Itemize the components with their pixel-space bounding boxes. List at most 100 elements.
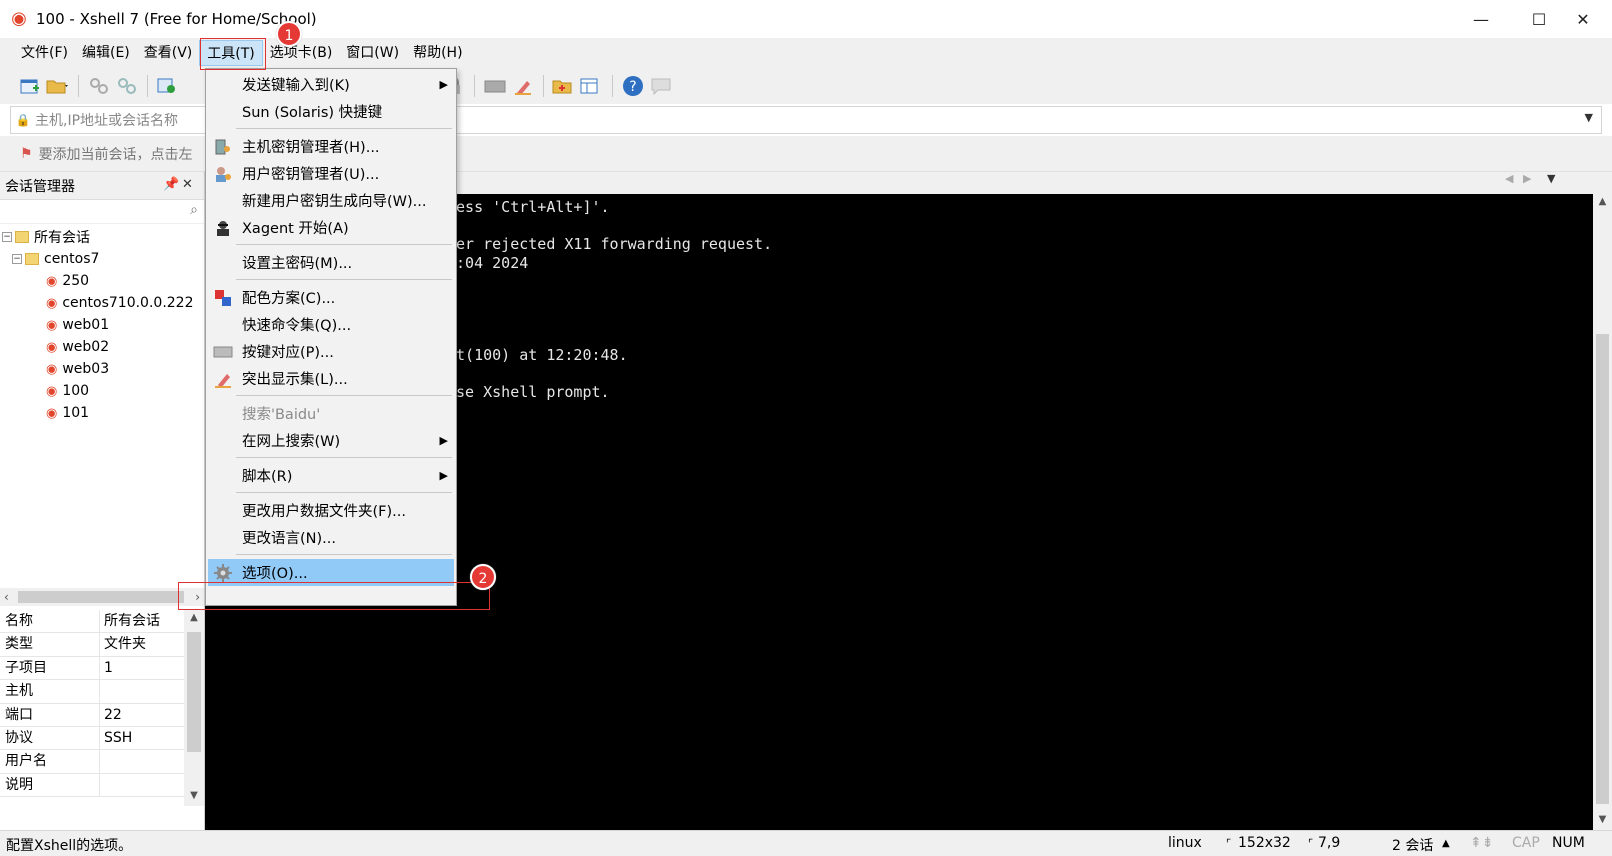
menu-item-highlight-sets[interactable]: 突出显示集(L)... [208,365,454,392]
tree-item-session[interactable]: ◉ 100 [0,380,204,402]
menu-help[interactable]: 帮助(H) [406,40,469,66]
menu-edit[interactable]: 编辑(E) [75,40,137,66]
scroll-up-icon[interactable]: ▲ [1593,196,1612,207]
tree-item-folder[interactable]: − centos7 [0,248,204,270]
tree-item-session[interactable]: ◉ centos710.0.0.222 [0,292,204,314]
menu-item-key-wizard[interactable]: 新建用户密钥生成向导(W)... [208,187,454,214]
menu-item-sun-keys[interactable]: Sun (Solaris) 快捷键 [208,98,454,125]
menu-item-web-search[interactable]: 在网上搜索(W) ▶ [208,427,454,454]
session-icon: ◉ [46,295,58,311]
menu-item-search-baidu: 搜索'Baidu' [208,400,454,427]
scroll-up-icon[interactable]: ▲ [184,612,204,623]
menu-item-change-language[interactable]: 更改语言(N)... [208,524,454,551]
menu-item-color-scheme[interactable]: 配色方案(C)... [208,284,454,311]
menu-item-label: 按键对应(P)... [242,345,334,361]
tab-list-icon[interactable]: ▼ [1547,172,1555,185]
collapse-icon[interactable]: − [2,232,12,242]
window-title: 100 - Xshell 7 (Free for Home/School) [36,10,317,28]
menu-tabs[interactable]: 选项卡(B) [263,40,340,66]
pin-icon[interactable]: 📌 [163,177,179,192]
prop-key: 用户名 [0,750,100,773]
tree-item-session[interactable]: ◉ 101 [0,402,204,424]
tree-item-session[interactable]: ◉ web03 [0,358,204,380]
size-icon: ⌜ [1226,837,1232,850]
table-row: 类型 文件夹 [0,633,204,657]
tree-item-all-sessions[interactable]: − 所有会话 [0,226,204,248]
color-scheme-icon [213,288,233,308]
layout-icon[interactable] [578,72,606,100]
status-sessions[interactable]: 2 会话 [1392,835,1433,855]
session-properties-icon[interactable] [154,72,182,100]
menu-item-label: 更改用户数据文件夹(F)... [242,504,406,520]
menu-separator [236,457,452,458]
search-icon[interactable]: ⌕ [190,202,198,218]
toolbar-separator [612,75,613,97]
session-search-input[interactable]: ⌕ [0,200,204,224]
scroll-down-icon[interactable]: ▼ [1593,814,1612,825]
address-placeholder: 主机,IP地址或会话名称 [35,113,179,129]
properties-scrollbar[interactable]: ▲ ▼ [184,610,204,806]
menu-item-label: Xagent 开始(A) [242,221,349,237]
menu-item-key-mapping[interactable]: 按键对应(P)... [208,338,454,365]
help-icon[interactable]: ? [619,72,647,100]
terminal-line: ress 'Ctrl+Alt+]'. [447,198,610,216]
terminal-line: ver rejected X11 forwarding request. [447,235,773,253]
terminal-scrollbar[interactable]: ▲ ▼ [1593,194,1612,830]
scrollbar-thumb[interactable] [18,591,184,603]
chat-icon[interactable] [647,72,675,100]
menu-item-user-keys[interactable]: 用户密钥管理者(U)... [208,160,454,187]
menu-item-master-password[interactable]: 设置主密码(M)... [208,249,454,276]
table-row: 用户名 [0,750,204,774]
status-size: 152x32 [1238,835,1291,851]
submenu-arrow-icon: ▶ [439,78,448,91]
scrollbar-thumb[interactable] [187,632,201,752]
tree-label: 100 [62,383,90,399]
new-session-icon[interactable] [16,72,44,100]
panel-close-icon[interactable]: ✕ [182,177,193,192]
minimize-button[interactable]: — [1452,0,1510,38]
menu-item-label: 脚本(R) [242,469,293,485]
keyboard-icon[interactable] [481,72,509,100]
disconnect-icon[interactable] [113,72,141,100]
scroll-down-icon[interactable]: ▼ [184,790,204,801]
tab-scroll-right-icon[interactable]: ▶ [1523,172,1531,185]
menu-item-change-data-folder[interactable]: 更改用户数据文件夹(F)... [208,497,454,524]
menu-item-label: 用户密钥管理者(U)... [242,167,380,183]
connect-icon[interactable] [85,72,113,100]
tree-item-session[interactable]: ◉ web01 [0,314,204,336]
tree-item-session[interactable]: ◉ web02 [0,336,204,358]
menu-file[interactable]: 文件(F) [14,40,75,66]
horizontal-scrollbar[interactable]: ‹ › [0,588,204,606]
close-button[interactable]: ✕ [1554,0,1612,38]
collapse-icon[interactable]: − [12,254,22,264]
scrollbar-thumb[interactable] [1596,334,1609,804]
open-folder-icon[interactable] [44,72,72,100]
tab-scroll-left-icon[interactable]: ◀ [1505,172,1513,185]
prop-value: 1 [104,659,113,676]
prop-value [100,774,180,796]
scroll-left-icon[interactable]: ‹ [4,590,9,604]
menu-item-host-keys[interactable]: 主机密钥管理者(H)... [208,133,454,160]
prop-key: 说明 [0,773,100,797]
menu-window[interactable]: 窗口(W) [339,40,406,66]
menu-item-quick-commands[interactable]: 快速命令集(Q)... [208,311,454,338]
menu-item-send-keys[interactable]: 发送键输入到(K) ▶ [208,71,454,98]
annotation-box-tools [200,38,266,70]
menu-item-label: 发送键输入到(K) [242,78,350,94]
file-transfer-icon[interactable] [550,72,578,100]
highlighter-icon[interactable] [509,72,537,100]
menu-separator [236,492,452,493]
session-icon: ◉ [46,273,58,289]
tree-item-session[interactable]: ◉ 250 [0,270,204,292]
gear-icon [213,563,233,583]
tree-label: web02 [62,339,110,355]
menu-view[interactable]: 查看(V) [137,40,200,66]
menu-item-label: Sun (Solaris) 快捷键 [242,105,383,121]
sessions-up-icon[interactable]: ▲ [1442,838,1450,849]
prop-value [100,680,180,702]
prop-key: 端口 [0,703,100,726]
menu-item-script[interactable]: 脚本(R) ▶ [208,462,454,489]
address-dropdown-icon[interactable]: ▼ [1585,111,1593,124]
menu-item-xagent[interactable]: Xagent 开始(A) [208,214,454,241]
prop-key: 类型 [0,633,100,656]
